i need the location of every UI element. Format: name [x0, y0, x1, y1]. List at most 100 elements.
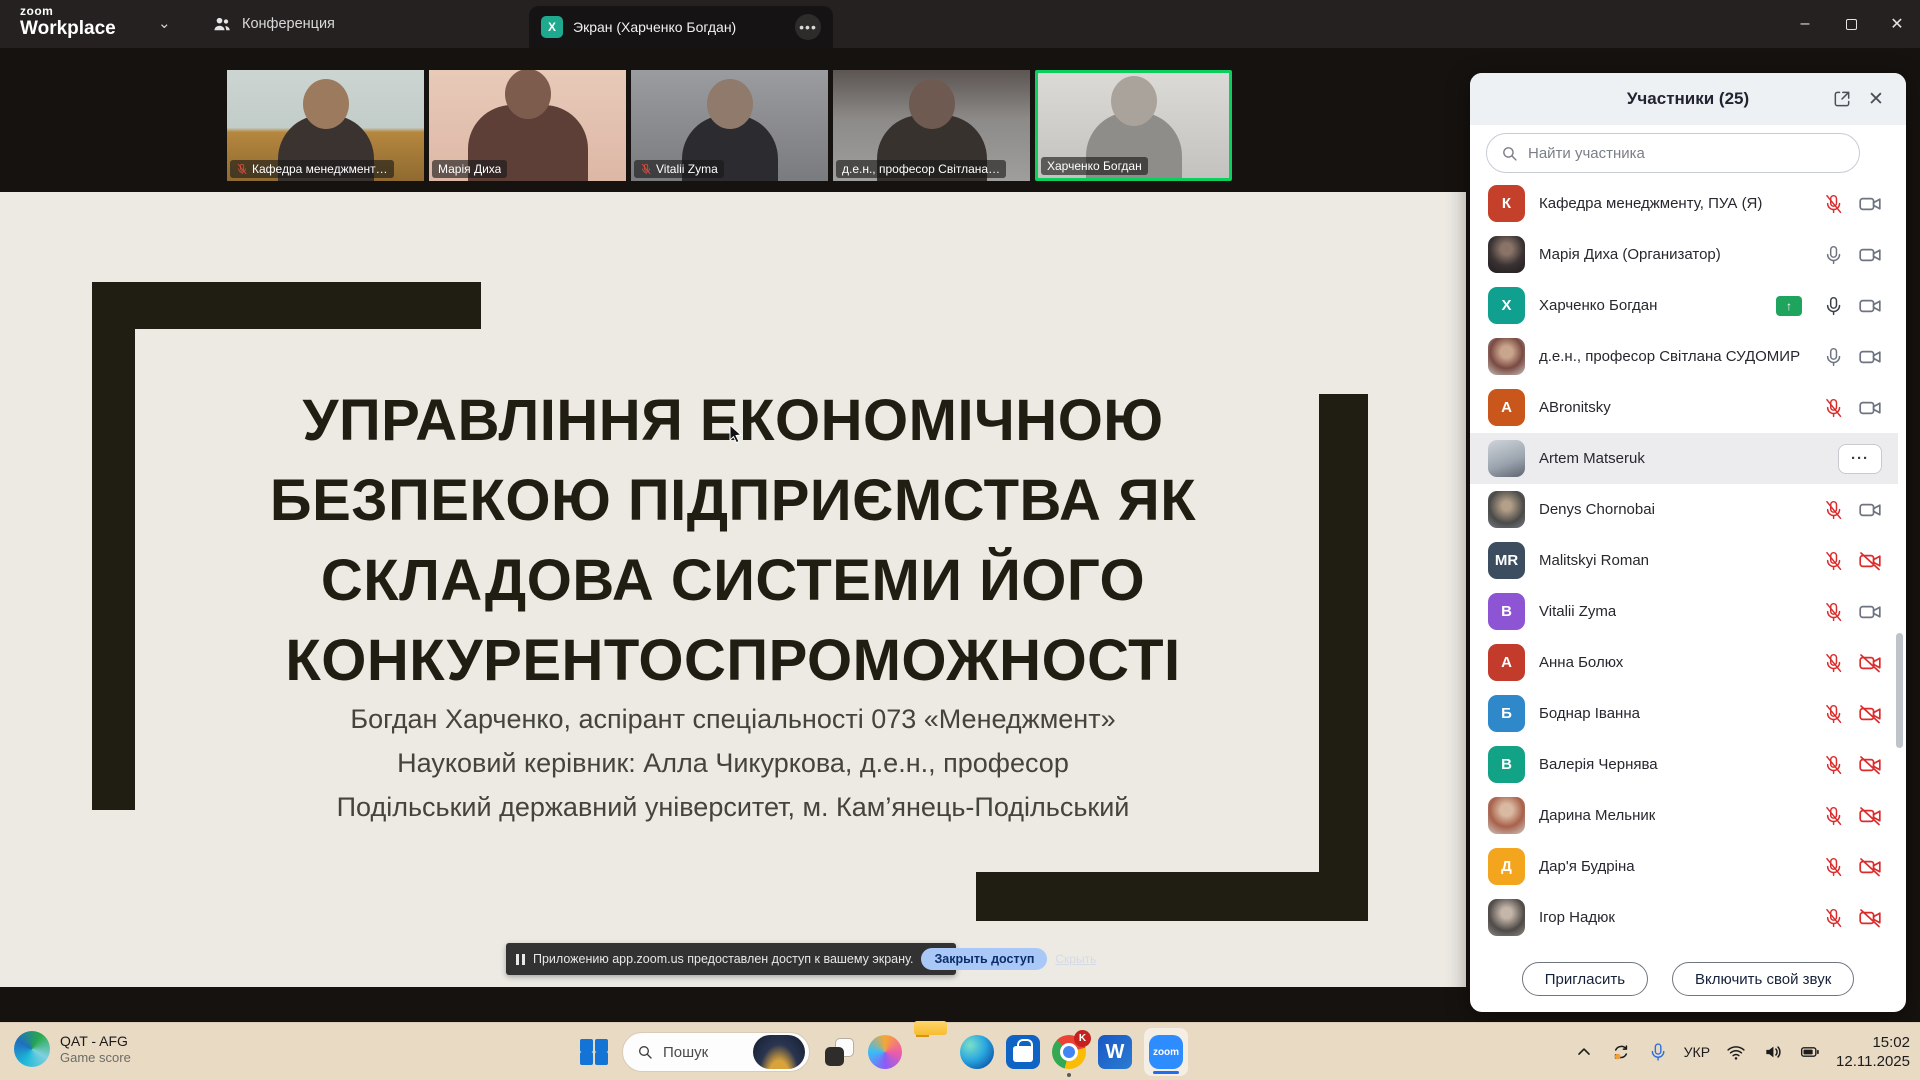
participants-title: Участники (25)	[1627, 89, 1749, 109]
video-name-text: Vitalii Zyma	[656, 162, 718, 176]
active-app-indicator	[1153, 1071, 1179, 1074]
participant-row-hovered[interactable]: Artem Matseruk ···	[1470, 433, 1898, 484]
participant-row[interactable]: Ігор Надюк	[1470, 892, 1898, 943]
minimize-button[interactable]: –	[1782, 0, 1828, 48]
system-tray: УКР 15:02 12.11.2025	[1573, 1023, 1910, 1080]
clock[interactable]: 15:02 12.11.2025	[1836, 1033, 1910, 1071]
video-tile[interactable]: д.е.н., професор Світлана…	[833, 70, 1030, 181]
camera-off-icon	[1858, 855, 1882, 879]
invite-button[interactable]: Пригласить	[1522, 962, 1648, 996]
logo-workplace-text: Workplace	[20, 19, 116, 38]
chevron-down-icon[interactable]: ⌄	[158, 14, 171, 32]
slide-subtitle: Богдан Харченко, аспірант спеціальності …	[0, 697, 1466, 829]
task-view-icon[interactable]	[822, 1035, 856, 1069]
zoom-workplace-logo: zoom Workplace	[20, 5, 116, 38]
chrome-icon[interactable]: K	[1052, 1035, 1086, 1069]
video-tile[interactable]: Кафедра менеджмент…	[227, 70, 424, 181]
slide-title-line: БЕЗПЕКОЮ ПІДПРИЄМСТВА ЯК	[270, 468, 1196, 533]
start-button[interactable]	[580, 1037, 610, 1067]
camera-off-icon	[1858, 753, 1882, 777]
video-tile-active-speaker[interactable]: Харченко Богдан	[1035, 70, 1232, 181]
microphone-in-use-icon[interactable]	[1647, 1041, 1669, 1063]
participant-name: Дарина Мельник	[1539, 807, 1655, 824]
chrome-profile-badge: K	[1074, 1030, 1091, 1047]
participant-row[interactable]: Д Дар'я Будріна	[1470, 841, 1898, 892]
zoom-app-active[interactable]: zoom	[1144, 1028, 1188, 1076]
participant-name: Malitskyi Roman	[1539, 552, 1649, 569]
tab-shared-screen[interactable]: X Экран (Харченко Богдан) •••	[529, 6, 833, 48]
mic-icon	[1823, 244, 1844, 265]
unmute-button[interactable]: Включить свой звук	[1672, 962, 1854, 996]
taskbar-search-input[interactable]	[661, 1043, 745, 1062]
participant-name: д.е.н., професор Світлана СУДОМИР	[1539, 348, 1800, 365]
participant-search-input[interactable]	[1526, 144, 1845, 163]
people-icon	[212, 14, 232, 34]
participant-row[interactable]: В Валерія Чернява	[1470, 739, 1898, 790]
tray-date: 12.11.2025	[1836, 1052, 1910, 1071]
video-name-text: Марія Диха	[438, 162, 501, 176]
tab-conference[interactable]: Конференция	[212, 0, 335, 48]
mic-icon	[1823, 295, 1844, 316]
mic-muted-icon	[1823, 550, 1844, 571]
close-button[interactable]: ✕	[1874, 0, 1920, 48]
tab-more-button[interactable]: •••	[795, 14, 821, 40]
video-thumbnail-strip: Кафедра менеджмент… Марія Диха Vitalii Z…	[227, 70, 1232, 181]
maximize-button[interactable]	[1828, 0, 1874, 48]
file-explorer-icon[interactable]	[914, 1035, 948, 1069]
edge-browser-icon[interactable]	[960, 1035, 994, 1069]
camera-off-icon	[1858, 549, 1882, 573]
shared-screen-slide: УПРАВЛІННЯ ЕКОНОМІЧНОЮ БЕЗПЕКОЮ ПІДПРИЄМ…	[0, 192, 1466, 987]
language-indicator[interactable]: УКР	[1684, 1044, 1710, 1060]
participant-more-button[interactable]: ···	[1838, 444, 1882, 474]
participant-row[interactable]: К Кафедра менеджменту, ПУА (Я)	[1470, 178, 1898, 229]
close-access-button[interactable]: Закрыть доступ	[921, 948, 1047, 970]
participant-row[interactable]: A ABronitsky	[1470, 382, 1898, 433]
close-panel-icon[interactable]: ✕	[1864, 87, 1888, 111]
participant-row[interactable]: А Анна Болюх	[1470, 637, 1898, 688]
wifi-icon[interactable]	[1725, 1041, 1747, 1063]
camera-on-icon	[1858, 345, 1882, 369]
participant-row[interactable]: Б Боднар Іванна	[1470, 688, 1898, 739]
participant-name: Denys Chornobai	[1539, 501, 1655, 518]
participant-row[interactable]: д.е.н., професор Світлана СУДОМИР	[1470, 331, 1898, 382]
taskbar-search[interactable]	[622, 1032, 810, 1072]
popout-icon[interactable]	[1830, 87, 1854, 111]
hide-banner-link[interactable]: Скрыть	[1055, 952, 1096, 966]
avatar: А	[1488, 644, 1525, 681]
tray-chevron-icon[interactable]	[1573, 1041, 1595, 1063]
pause-icon[interactable]	[516, 954, 525, 965]
video-tile[interactable]: Марія Диха	[429, 70, 626, 181]
participant-row[interactable]: MR Malitskyi Roman	[1470, 535, 1898, 586]
copilot-icon[interactable]	[868, 1035, 902, 1069]
scrollbar-thumb[interactable]	[1896, 633, 1903, 748]
mic-muted-icon	[1823, 805, 1844, 826]
participant-row[interactable]: B Vitalii Zyma	[1470, 586, 1898, 637]
taskbar-widget[interactable]: QAT - AFG Game score	[14, 1031, 131, 1067]
camera-on-icon	[1858, 498, 1882, 522]
video-tile[interactable]: Vitalii Zyma	[631, 70, 828, 181]
camera-on-icon	[1858, 243, 1882, 267]
participant-row[interactable]: Х Харченко Богдан ↑	[1470, 280, 1898, 331]
participant-name: Кафедра менеджменту, ПУА (Я)	[1539, 195, 1762, 212]
sync-update-icon[interactable]	[1610, 1041, 1632, 1063]
window-controls: – ✕	[1782, 0, 1920, 48]
avatar: Б	[1488, 695, 1525, 732]
participant-name: ABronitsky	[1539, 399, 1611, 416]
volume-icon[interactable]	[1762, 1041, 1784, 1063]
word-icon[interactable]: W	[1098, 1035, 1132, 1069]
participant-row[interactable]: Denys Chornobai	[1470, 484, 1898, 535]
mic-muted-icon	[1823, 499, 1844, 520]
slide-subtitle-line: Науковий керівник: Алла Чикуркова, д.е.н…	[397, 748, 1069, 778]
avatar-photo	[1488, 440, 1525, 477]
microsoft-store-icon[interactable]	[1006, 1035, 1040, 1069]
tray-time: 15:02	[1836, 1033, 1910, 1052]
participant-search	[1486, 133, 1860, 173]
participant-row[interactable]: Дарина Мельник	[1470, 790, 1898, 841]
slide-subtitle-line: Богдан Харченко, аспірант спеціальності …	[350, 704, 1115, 734]
participant-name: Валерія Чернява	[1539, 756, 1658, 773]
share-banner-message: Приложению app.zoom.us предоставлен дост…	[533, 952, 913, 966]
battery-icon[interactable]	[1799, 1041, 1821, 1063]
screen-share-banner: Приложению app.zoom.us предоставлен дост…	[506, 943, 956, 975]
participant-name: Боднар Іванна	[1539, 705, 1640, 722]
participant-row[interactable]: Марія Диха (Организатор)	[1470, 229, 1898, 280]
